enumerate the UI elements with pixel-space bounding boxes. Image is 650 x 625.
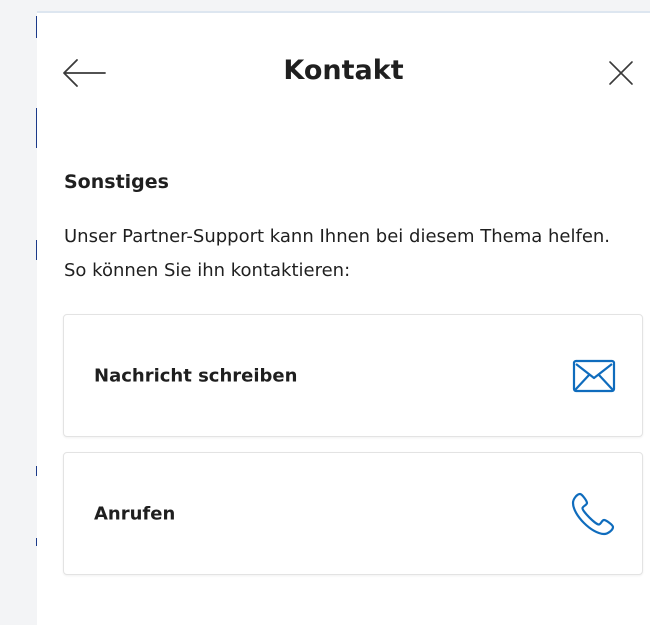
call-option[interactable]: Anrufen xyxy=(63,452,643,575)
section-heading: Sonstiges xyxy=(64,171,169,193)
close-icon xyxy=(609,61,633,85)
contact-panel: Kontakt Sonstiges Unser Partner-Support … xyxy=(37,11,650,625)
close-button[interactable] xyxy=(603,53,639,93)
option-label: Nachricht schreiben xyxy=(94,365,298,386)
section-description: Unser Partner-Support kann Ihnen bei die… xyxy=(64,226,611,281)
panel-header: Kontakt xyxy=(37,13,650,133)
page-title: Kontakt xyxy=(283,55,404,86)
write-message-option[interactable]: Nachricht schreiben xyxy=(63,314,643,437)
option-label: Anrufen xyxy=(94,503,176,524)
background-area xyxy=(0,0,37,623)
envelope-icon xyxy=(572,359,616,393)
phone-icon xyxy=(570,491,616,537)
